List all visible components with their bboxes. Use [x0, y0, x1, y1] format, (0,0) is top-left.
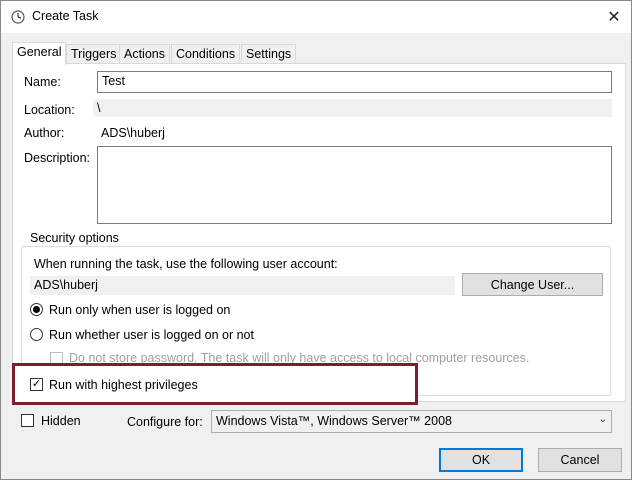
cancel-button[interactable]: Cancel [538, 448, 622, 472]
clock-icon [11, 10, 25, 24]
security-options-legend: Security options [27, 231, 122, 245]
tab-general[interactable]: General [12, 42, 67, 65]
no-store-password-checkbox [50, 352, 63, 365]
highest-privileges-label[interactable]: Run with highest privileges [49, 378, 198, 392]
author-value: ADS\huberj [101, 126, 165, 140]
run-logged-on-label[interactable]: Run only when user is logged on [49, 303, 230, 317]
description-label: Description: [24, 151, 90, 165]
location-label: Location: [24, 103, 75, 117]
ok-button[interactable]: OK [439, 448, 523, 472]
account-prompt: When running the task, use the following… [34, 257, 338, 271]
window-title: Create Task [32, 9, 99, 23]
run-whether-label[interactable]: Run whether user is logged on or not [49, 328, 254, 342]
tab-actions[interactable]: Actions [119, 44, 170, 64]
tab-settings[interactable]: Settings [241, 44, 297, 64]
hidden-label[interactable]: Hidden [41, 414, 81, 428]
name-label: Name: [24, 75, 61, 89]
description-field[interactable] [97, 146, 612, 224]
configure-for-value: Windows Vista™, Windows Server™ 2008 [216, 414, 452, 428]
hidden-checkbox[interactable] [21, 414, 34, 427]
chevron-down-icon: ⌄ [598, 414, 607, 425]
run-logged-on-radio[interactable] [30, 303, 43, 316]
close-icon[interactable]: ✕ [599, 3, 629, 31]
configure-for-dropdown[interactable]: Windows Vista™, Windows Server™ 2008 ⌄ [211, 410, 612, 433]
configure-for-label: Configure for: [127, 415, 203, 429]
tab-triggers[interactable]: Triggers [66, 44, 122, 64]
highest-privileges-checkbox[interactable]: ✓ [30, 378, 43, 391]
tab-conditions[interactable]: Conditions [171, 44, 241, 64]
run-whether-radio[interactable] [30, 328, 43, 341]
name-field[interactable]: Test [97, 71, 612, 93]
change-user-button[interactable]: Change User... [462, 273, 603, 296]
user-account-value: ADS\huberj [30, 276, 455, 295]
create-task-dialog: Create Task ✕ General Triggers Actions C… [0, 0, 632, 480]
location-value: \ [93, 99, 612, 117]
no-store-password-label: Do not store password. The task will onl… [69, 351, 530, 365]
title-bar: Create Task ✕ [1, 1, 631, 33]
author-label: Author: [24, 126, 65, 140]
